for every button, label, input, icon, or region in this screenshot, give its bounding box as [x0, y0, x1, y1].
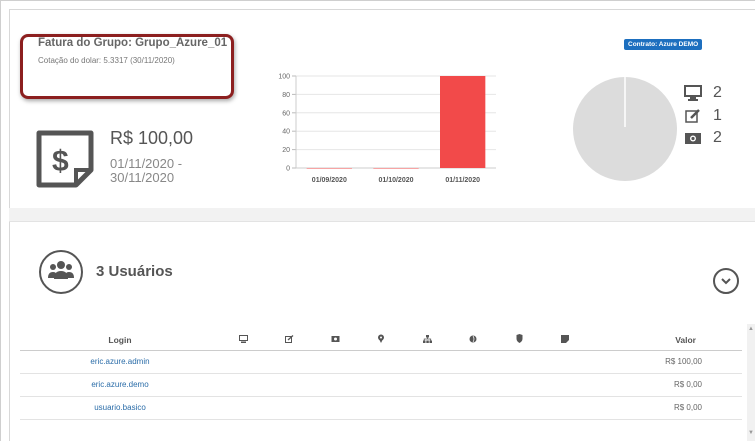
invoice-period: 01/11/2020 - 30/11/2020 [110, 156, 183, 185]
sitemap-icon [422, 334, 432, 345]
monthly-cost-chart: 0 20 40 60 80 100 01/09/2020 01/10/2020 01/11/20… [278, 74, 496, 184]
y-tick-label: 20 [282, 147, 290, 154]
stat-computers: 2 [683, 84, 722, 102]
stat-value: 2 [713, 84, 722, 101]
table-header-row: Login Valor [20, 330, 742, 351]
table-row[interactable]: eric.azure.demo R$ 0,00 [20, 373, 742, 397]
y-tick-label: 100 [278, 74, 290, 81]
y-tick-label: 40 [282, 129, 290, 136]
expand-users-button[interactable] [713, 268, 739, 294]
users-avatar [39, 250, 83, 294]
highlight-annotation [20, 34, 234, 99]
user-valor: R$ 0,00 [588, 396, 742, 420]
globe-icon [469, 335, 477, 345]
edit-icon [683, 108, 703, 124]
table-row[interactable]: eric.azure.admin R$ 100,00 [20, 350, 742, 374]
scroll-down-arrow-icon[interactable]: ▼ [748, 430, 754, 436]
stat-edits: 1 [683, 107, 722, 125]
image-icon [331, 335, 340, 345]
column-web[interactable] [450, 330, 496, 351]
stat-value: 2 [713, 129, 722, 146]
stat-photos: 2 [683, 129, 722, 147]
shield-icon [516, 334, 523, 345]
bar [306, 168, 352, 169]
column-login[interactable]: Login [20, 330, 220, 351]
user-login-link[interactable]: eric.azure.demo [20, 373, 220, 397]
note-icon [561, 334, 569, 345]
user-valor: R$ 0,00 [588, 373, 742, 397]
column-images[interactable] [312, 330, 358, 351]
section-divider [9, 208, 755, 222]
users-group-icon [48, 260, 74, 285]
svg-text:$: $ [52, 145, 69, 178]
contract-badge: Contrato: Azure DEMO [624, 39, 703, 50]
column-network[interactable] [404, 330, 450, 351]
users-table: Login Valor eric.azure.admin R$ 100,00 e… [20, 330, 742, 420]
x-tick-label: 01/10/2020 [378, 177, 413, 184]
scroll-up-arrow-icon[interactable]: ▲ [748, 326, 754, 332]
stat-value: 1 [713, 107, 722, 124]
invoice-amount: R$ 100,00 [110, 128, 194, 148]
x-tick-label: 01/09/2020 [312, 177, 347, 184]
bar [373, 168, 419, 169]
column-computers[interactable] [220, 330, 266, 351]
column-edits[interactable] [266, 330, 312, 351]
camera-icon [683, 130, 703, 146]
invoice-dollar-icon: $ [36, 130, 96, 193]
monitor-icon [238, 334, 248, 345]
pin-icon [377, 334, 385, 345]
y-tick-label: 80 [282, 92, 290, 99]
column-security[interactable] [496, 330, 542, 351]
table-scrollbar[interactable] [747, 324, 755, 441]
user-login-link[interactable]: eric.azure.admin [20, 350, 220, 374]
user-login-link[interactable]: usuario.basico [20, 396, 220, 420]
user-valor: R$ 100,00 [588, 350, 742, 374]
edit-icon [284, 334, 294, 345]
column-notes[interactable] [542, 330, 588, 351]
x-tick-label: 01/11/2020 [445, 177, 480, 184]
monitor-icon [683, 85, 703, 101]
column-locations[interactable] [358, 330, 404, 351]
table-row[interactable]: usuario.basico R$ 0,00 [20, 396, 742, 420]
chevron-down-icon [720, 272, 732, 290]
bar [440, 76, 486, 168]
y-tick-label: 60 [282, 110, 290, 117]
y-tick-label: 0 [286, 166, 290, 173]
column-valor[interactable]: Valor [588, 330, 742, 351]
resource-pie-chart [573, 77, 677, 181]
users-count-label: 3 Usuários [96, 263, 173, 280]
